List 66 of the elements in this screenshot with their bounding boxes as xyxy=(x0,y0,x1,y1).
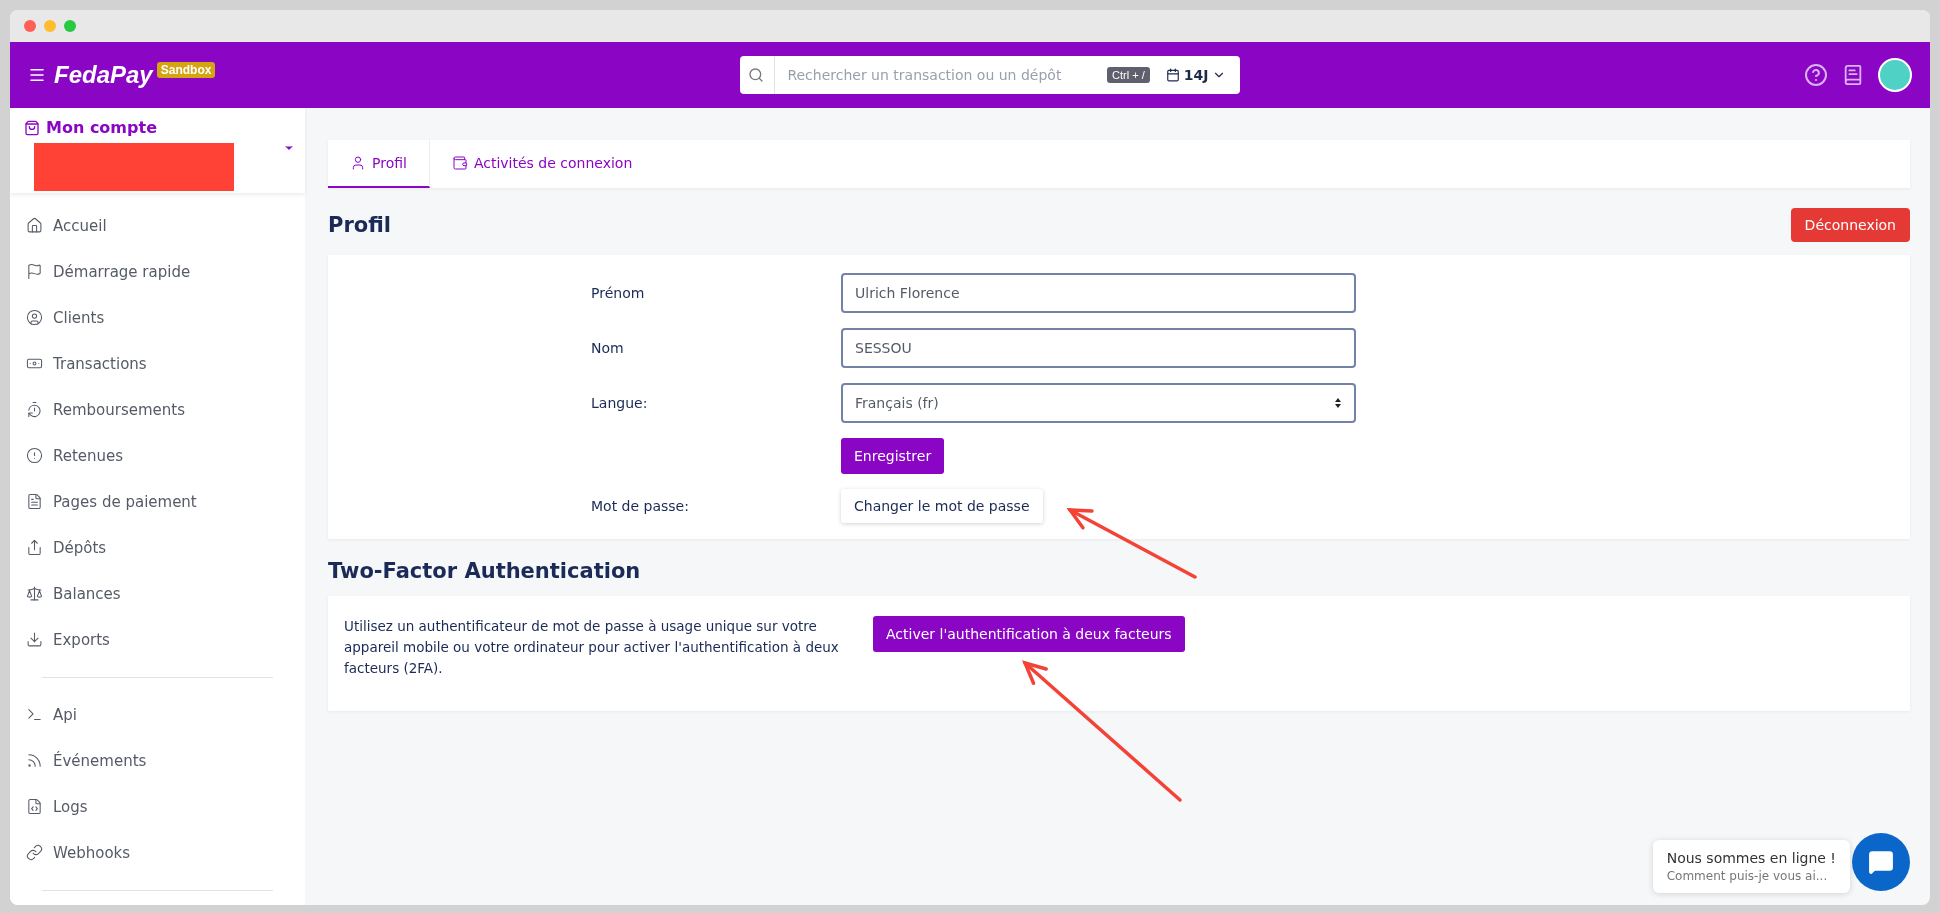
input-field[interactable]: SESSOU xyxy=(841,328,1356,368)
sidebar-item[interactable]: Retenues xyxy=(10,432,305,479)
document-icon xyxy=(26,493,43,511)
field-label: Langue: xyxy=(591,395,649,411)
chat-bubble[interactable]: Nous sommes en ligne ! Comment puis-je vous ai... xyxy=(1652,840,1850,893)
environment-badge: Sandbox xyxy=(156,62,216,78)
user-icon xyxy=(350,155,366,171)
link-icon xyxy=(26,844,43,862)
description-text: Utilisez un authentificateur de mot de passe à usage unique sur votre appareil mobile ou votre ordinateur pour activer l'authentification à deux facteurs (2FA). xyxy=(344,617,839,678)
field-label: Prénom xyxy=(591,285,646,301)
sidebar-item[interactable]: Balances xyxy=(10,570,305,617)
sidebar-item[interactable]: Remboursements xyxy=(10,386,305,433)
tab[interactable]: Profil xyxy=(328,140,430,188)
sidebar-item[interactable]: Pages de paiement xyxy=(10,478,305,525)
account-title: Mon compte xyxy=(46,118,157,137)
chat-button[interactable] xyxy=(1852,833,1910,891)
alert-circle-icon xyxy=(26,447,43,465)
user-circle-icon xyxy=(26,309,43,327)
sidebar-item[interactable]: Exports xyxy=(10,616,305,663)
chat-subtitle: Comment puis-je vous ai... xyxy=(1666,869,1829,883)
avatar[interactable] xyxy=(1878,58,1912,92)
maximize-dot-icon xyxy=(64,20,76,32)
period-dropdown[interactable]: 14J xyxy=(1159,66,1233,84)
section-title: Profil xyxy=(328,213,391,237)
calendar-icon xyxy=(1165,68,1180,82)
book-icon[interactable] xyxy=(1842,64,1864,86)
input-field[interactable]: Ulrich Florence xyxy=(841,273,1356,313)
scale-icon xyxy=(26,585,43,603)
section-title: Two-Factor Authentication xyxy=(328,559,641,583)
save-button[interactable]: Enregistrer xyxy=(841,438,945,474)
rss-icon xyxy=(26,752,43,770)
close-dot-icon xyxy=(24,20,36,32)
sidebar-item[interactable]: Dépôts xyxy=(10,524,305,571)
sidebar-item[interactable]: Démarrage rapide xyxy=(10,248,305,295)
download-icon xyxy=(26,631,43,649)
menu-icon[interactable] xyxy=(28,66,46,84)
sidebar-item[interactable]: Logs xyxy=(10,783,305,830)
sidebar-item[interactable]: Accueil xyxy=(10,202,305,249)
chat-title: Nous sommes en ligne ! xyxy=(1666,850,1836,866)
sidebar-item[interactable]: Transactions xyxy=(10,340,305,387)
file-code-icon xyxy=(26,798,43,816)
tab[interactable]: Activités de connexion xyxy=(429,140,655,188)
enable-2fa-button[interactable]: Activer l'authentification à deux facteurs xyxy=(873,616,1185,652)
field-label: Nom xyxy=(591,340,625,356)
chat-icon xyxy=(1868,849,1894,875)
flag-icon xyxy=(26,263,43,281)
logo-text: FedaPay xyxy=(54,61,153,89)
sidebar-item[interactable]: Api xyxy=(10,691,305,738)
logout-button[interactable]: Déconnexion xyxy=(1790,208,1910,242)
sidebar-item[interactable]: Événements xyxy=(10,737,305,784)
share-icon xyxy=(26,539,43,557)
minimize-dot-icon xyxy=(44,20,56,32)
change-password-button[interactable]: Changer le mot de passe xyxy=(841,489,1043,523)
sidebar-item[interactable]: Webhooks xyxy=(10,829,305,876)
sort-arrows-icon xyxy=(1334,396,1342,410)
bag-icon xyxy=(24,119,40,136)
refund-clock-icon xyxy=(26,401,43,419)
shortcut-hint: Ctrl + / xyxy=(1107,67,1150,83)
language-select[interactable]: Français (fr) xyxy=(841,383,1356,423)
wallet-icon xyxy=(451,155,468,171)
search-icon xyxy=(748,67,765,83)
help-icon[interactable] xyxy=(1804,63,1828,87)
search-bar[interactable]: Rechercher un transaction ou un dépôt Ctrl + / 14J xyxy=(740,56,1241,94)
field-label: Mot de passe: xyxy=(591,498,690,514)
home-icon xyxy=(26,217,43,235)
sidebar-item[interactable]: Clients xyxy=(10,294,305,341)
